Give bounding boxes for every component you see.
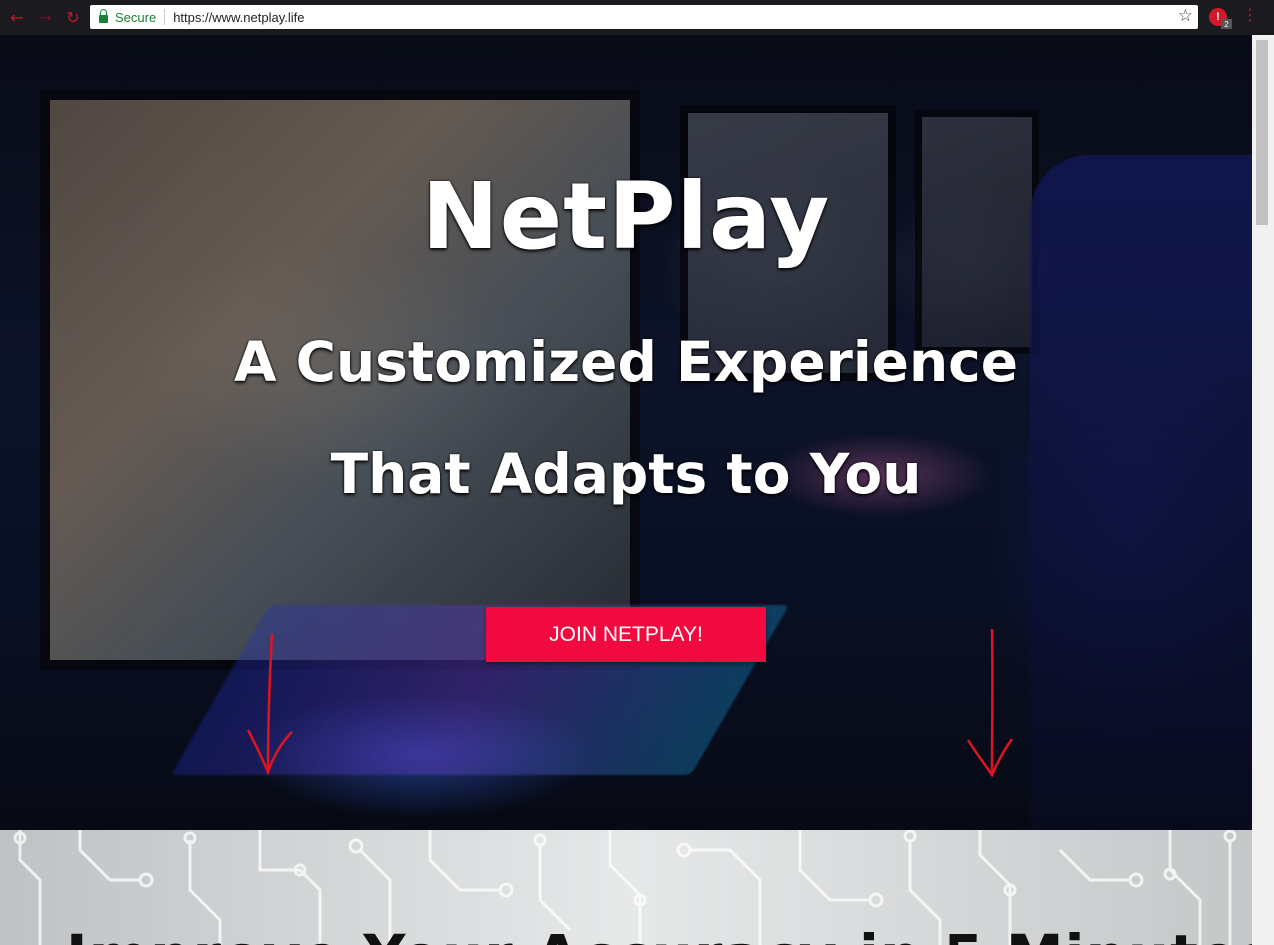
secure-label: Secure — [115, 9, 157, 25]
kebab-menu-icon[interactable]: ⋮ — [1242, 5, 1258, 24]
join-button[interactable]: JOIN NETPLAY! — [486, 607, 766, 662]
lock-icon — [99, 9, 108, 23]
browser-toolbar: ← → ↻ Secure https://www.netplay.life ☆ … — [0, 0, 1274, 35]
back-button[interactable]: ← — [6, 6, 28, 28]
scroll-down-arrow-icon — [966, 628, 1014, 778]
scrollbar-thumb[interactable] — [1256, 40, 1268, 225]
hero-subtitle-line1: A Customized Experience — [233, 330, 1019, 394]
star-icon[interactable]: ☆ — [1178, 6, 1193, 26]
arrow-left-icon: ← — [10, 7, 24, 27]
hero-title: NetPlay — [421, 163, 831, 270]
arrow-right-icon: → — [38, 7, 52, 27]
section-headline: Improve Your Accuracy in 5 Minutes — [66, 922, 1252, 945]
hero-overlay — [0, 35, 1252, 830]
address-bar[interactable]: Secure https://www.netplay.life ☆ — [90, 5, 1198, 29]
extension-badge: 2 — [1221, 19, 1232, 29]
url-text[interactable]: https://www.netplay.life — [173, 10, 304, 25]
scroll-down-arrow-icon — [246, 633, 293, 776]
hero-subtitle-line2: That Adapts to You — [330, 442, 922, 506]
hero-section: NetPlay A Customized Experience That Ada… — [0, 35, 1252, 830]
reload-icon: ↻ — [66, 7, 80, 27]
forward-button[interactable]: → — [34, 6, 56, 28]
features-section: Improve Your Accuracy in 5 Minutes — [0, 830, 1252, 945]
reload-button[interactable]: ↻ — [62, 6, 84, 28]
omnibox-divider — [164, 9, 166, 25]
